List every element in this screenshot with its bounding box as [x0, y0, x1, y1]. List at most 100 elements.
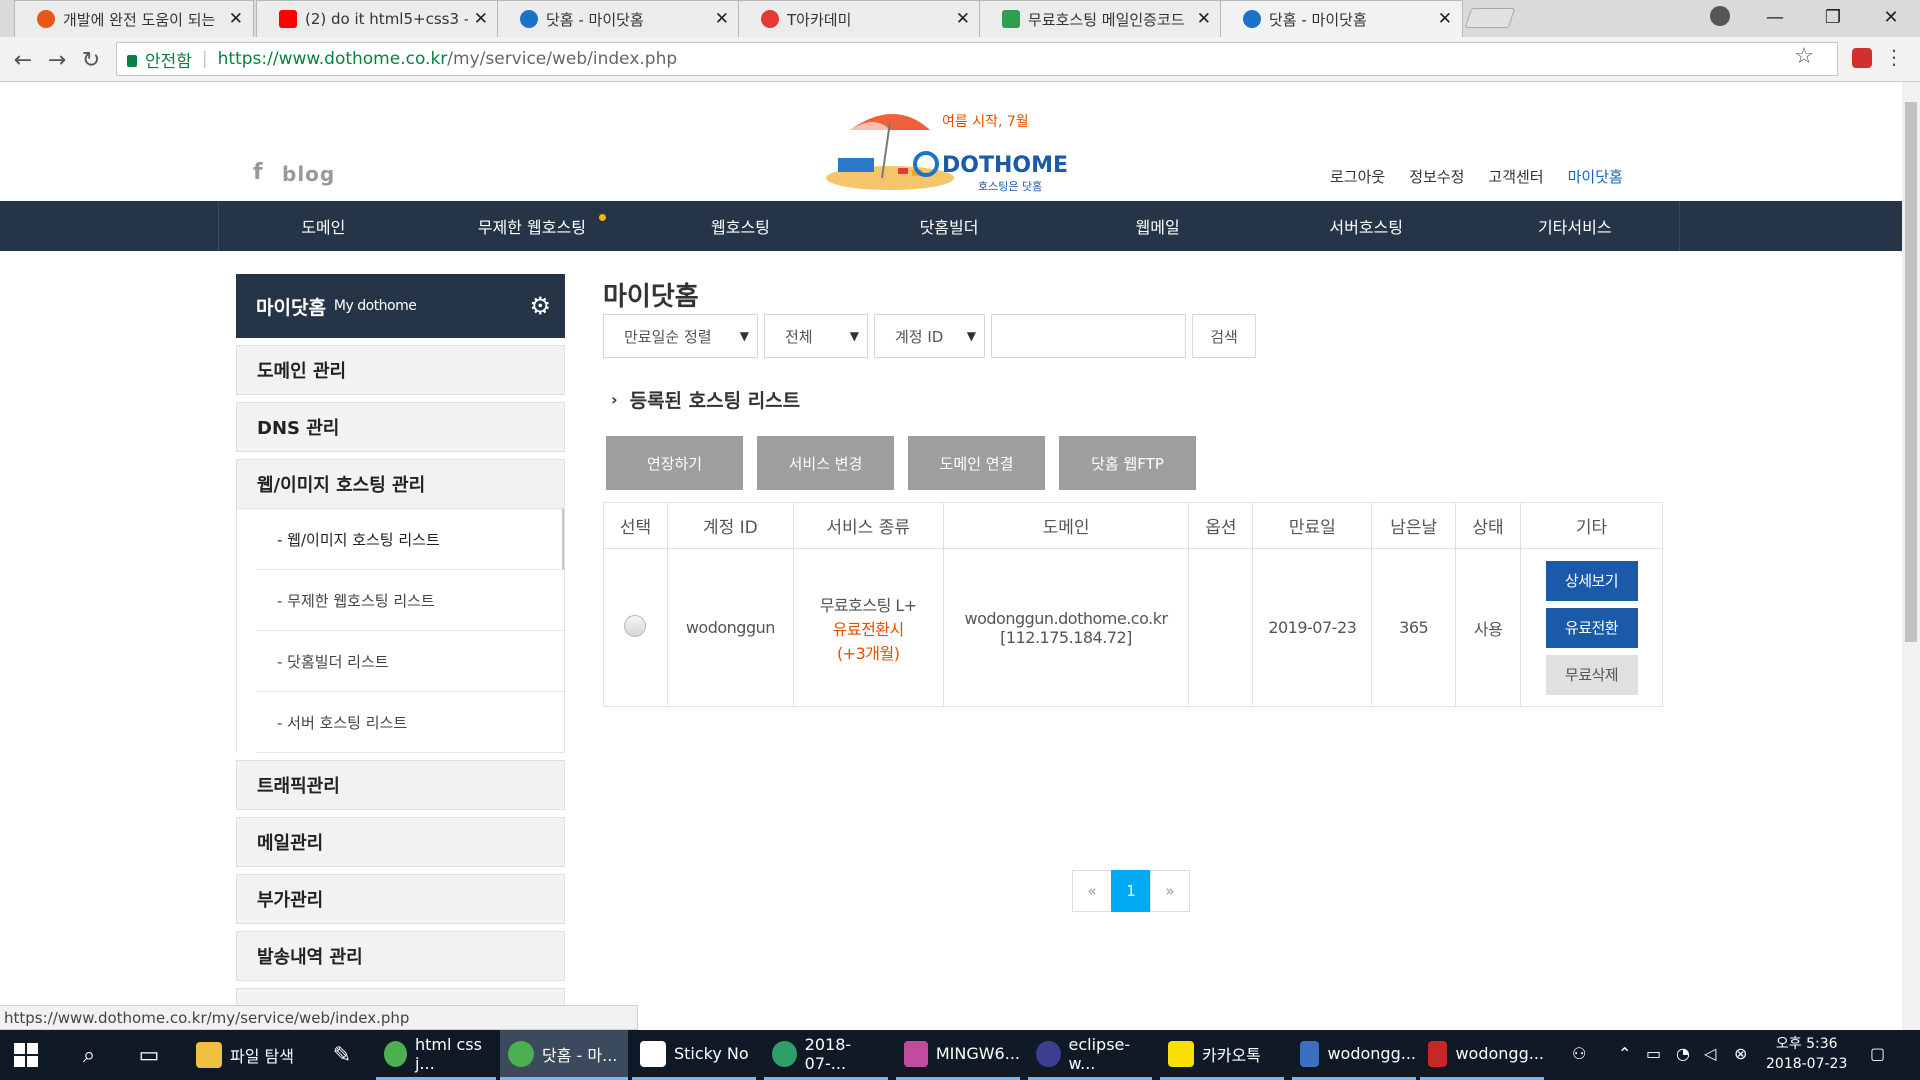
select-radio[interactable]: [624, 614, 647, 637]
nav-builder[interactable]: 닷홈빌더: [845, 201, 1054, 251]
search-button[interactable]: 검색: [1192, 314, 1256, 358]
taskbar-item-putty[interactable]: wodongg...: [1292, 1030, 1416, 1080]
nav-server-hosting[interactable]: 서버호스팅: [1262, 201, 1471, 251]
nav-unlimited-hosting[interactable]: 무제한 웹호스팅: [428, 201, 637, 251]
scrollbar-thumb[interactable]: [1905, 102, 1917, 642]
people-icon[interactable]: ⚇: [1572, 1044, 1586, 1063]
dropdown-arrow-icon: ▼: [966, 329, 976, 343]
paint-icon[interactable]: ✎: [327, 1040, 357, 1070]
windows-start-icon[interactable]: [14, 1043, 38, 1067]
browser-menu-icon[interactable]: ⋮: [1884, 45, 1904, 69]
sidebar-item-mail[interactable]: 메일관리: [236, 817, 565, 867]
browser-tab-active[interactable]: 닷홈 - 마이닷홈 ✕: [1220, 0, 1463, 37]
sidebar-item-web-hosting[interactable]: 웹/이미지 호스팅 관리: [236, 459, 565, 509]
edit-profile-link[interactable]: 정보수정: [1409, 166, 1464, 187]
search-input[interactable]: [991, 314, 1186, 358]
notifications-icon[interactable]: ▢: [1870, 1044, 1885, 1063]
page-prev[interactable]: «: [1072, 870, 1112, 912]
taskbar-item-eclipse[interactable]: eclipse-w...: [1028, 1030, 1152, 1080]
taskbar-item-sticky-notes[interactable]: Sticky No: [632, 1030, 756, 1080]
search-icon[interactable]: ⌕: [74, 1040, 104, 1070]
browser-tab[interactable]: 무료호스팅 메일인증코드 ✕: [979, 0, 1222, 37]
task-view-icon[interactable]: ▭: [134, 1040, 164, 1070]
page-scrollbar[interactable]: [1902, 82, 1920, 1030]
folder-icon: [196, 1042, 222, 1068]
bookmark-star-icon[interactable]: ☆: [1794, 44, 1814, 69]
webftp-button[interactable]: 닷홈 웹FTP: [1059, 436, 1196, 490]
browser-tab[interactable]: 개발에 완전 도움이 되는 ✕: [14, 0, 254, 37]
restore-icon[interactable]: ❐: [1808, 0, 1858, 34]
new-tab-button[interactable]: [1464, 8, 1516, 28]
sidebar-item-domain[interactable]: 도메인 관리: [236, 345, 565, 395]
taskbar-item-atom[interactable]: 2018-07-...: [764, 1030, 888, 1080]
gear-icon[interactable]: ⚙: [529, 292, 551, 320]
close-window-icon[interactable]: ✕: [1866, 0, 1916, 34]
connect-domain-button[interactable]: 도메인 연결: [908, 436, 1045, 490]
sidebar-item-extra[interactable]: 부가관리: [236, 874, 565, 924]
taskbar-item-explorer[interactable]: 파일 탐색: [188, 1030, 308, 1080]
sidebar-item-dns[interactable]: DNS 관리: [236, 402, 565, 452]
detail-button[interactable]: 상세보기: [1545, 560, 1638, 601]
tab-close-icon[interactable]: ✕: [956, 9, 970, 29]
domain-cell: wodonggun.dothome.co.kr [112.175.184.72]: [942, 548, 1190, 707]
sidebar-subitem-builder-list[interactable]: - 닷홈빌더 리스트: [257, 631, 564, 692]
profile-icon[interactable]: [1710, 6, 1730, 26]
facebook-icon[interactable]: f: [253, 160, 263, 185]
system-clock[interactable]: 오후 5:36 2018-07-23: [1766, 1034, 1847, 1074]
delete-free-button[interactable]: 무료삭제: [1545, 654, 1638, 695]
nav-webmail[interactable]: 웹메일: [1053, 201, 1262, 251]
sidebar-item-send-history[interactable]: 발송내역 관리: [236, 931, 565, 981]
browser-tab[interactable]: T아카데미 ✕: [738, 0, 981, 37]
address-bar[interactable]: 안전함 | https://www.dothome.co.kr/my/servi…: [116, 42, 1838, 76]
reload-icon[interactable]: ↻: [76, 45, 106, 75]
scope-select[interactable]: 전체 ▼: [764, 314, 868, 358]
taskbar-item-mingw[interactable]: MINGW6...: [896, 1030, 1020, 1080]
customer-center-link[interactable]: 고객센터: [1488, 166, 1543, 187]
taskbar-item-chrome[interactable]: html css j...: [376, 1030, 496, 1080]
sidebar-subitem-web-hosting-list[interactable]: - 웹/이미지 호스팅 리스트: [257, 509, 564, 570]
secure-label: 안전함: [145, 51, 192, 72]
search-filters: 만료일순 정렬 ▼ 전체 ▼ 계정 ID ▼ 검색: [603, 314, 1256, 358]
nav-web-hosting[interactable]: 웹호스팅: [636, 201, 845, 251]
extend-button[interactable]: 연장하기: [606, 436, 743, 490]
network-icon: [1300, 1040, 1320, 1067]
wifi-icon[interactable]: ◔: [1676, 1044, 1690, 1063]
ime-icon[interactable]: ⊗: [1734, 1044, 1747, 1063]
tab-close-icon[interactable]: ✕: [229, 9, 243, 29]
tab-close-icon[interactable]: ✕: [1197, 9, 1211, 29]
change-service-button[interactable]: 서비스 변경: [757, 436, 894, 490]
tab-close-icon[interactable]: ✕: [1438, 9, 1452, 29]
browser-tab[interactable]: 닷홈 - 마이닷홈 ✕: [497, 0, 740, 37]
tab-close-icon[interactable]: ✕: [474, 9, 488, 29]
minimize-icon[interactable]: —: [1750, 0, 1800, 34]
tab-close-icon[interactable]: ✕: [715, 9, 729, 29]
sidebar-subitem-server-list[interactable]: - 서버 호스팅 리스트: [257, 692, 564, 753]
taskbar-item-kakaotalk[interactable]: 카카오톡: [1160, 1030, 1284, 1080]
svg-text:호스팅은 닷홈: 호스팅은 닷홈: [978, 179, 1042, 193]
convert-paid-button[interactable]: 유료전환: [1545, 607, 1638, 648]
column-header: 도메인: [942, 502, 1190, 549]
volume-icon[interactable]: ◁: [1704, 1044, 1716, 1063]
nav-other-services[interactable]: 기타서비스: [1470, 201, 1679, 251]
page-current[interactable]: 1: [1111, 870, 1151, 912]
nav-domain[interactable]: 도메인: [219, 201, 428, 251]
taskbar-item-filezilla[interactable]: wodongg...: [1420, 1030, 1544, 1080]
extension-icon[interactable]: [1852, 48, 1872, 68]
battery-icon[interactable]: ▭: [1646, 1044, 1661, 1063]
browser-tab[interactable]: (2) do it html5+css3 - Yo ✕: [256, 0, 499, 37]
dothome-logo[interactable]: 여름 시작, 7월 DOTHOME 호스팅은 닷홈: [820, 100, 1070, 195]
page-next[interactable]: »: [1150, 870, 1190, 912]
chrome-icon: [508, 1040, 534, 1067]
sidebar-subitem-unlimited-list[interactable]: - 무제한 웹호스팅 리스트: [257, 570, 564, 631]
forward-icon[interactable]: →: [42, 45, 72, 75]
chevron-up-icon[interactable]: ⌃: [1618, 1044, 1631, 1063]
sort-select[interactable]: 만료일순 정렬 ▼: [603, 314, 758, 358]
my-dothome-link[interactable]: 마이닷홈: [1568, 166, 1623, 187]
blog-link[interactable]: blog: [282, 162, 335, 186]
field-select[interactable]: 계정 ID ▼: [874, 314, 985, 358]
logout-link[interactable]: 로그아웃: [1330, 166, 1385, 187]
back-icon[interactable]: ←: [8, 45, 38, 75]
sidebar-item-traffic[interactable]: 트래픽관리: [236, 760, 565, 810]
taskbar-item-chrome-active[interactable]: 닷홈 - 마...: [500, 1030, 628, 1080]
url-text: https://www.dothome.co.kr/my/service/web…: [217, 49, 678, 69]
